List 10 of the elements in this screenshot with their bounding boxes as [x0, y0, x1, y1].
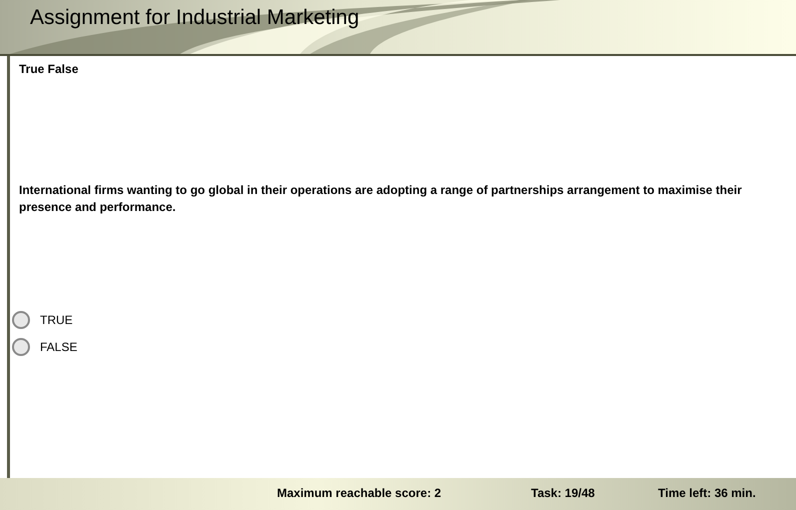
- max-score-text: Maximum reachable score: 2: [277, 485, 442, 502]
- radio-button[interactable]: [12, 311, 30, 329]
- option-label[interactable]: TRUE: [40, 311, 73, 329]
- question-type-label: True False: [19, 61, 80, 78]
- time-left-text: Time left: 36 min.: [658, 485, 756, 502]
- option-label[interactable]: FALSE: [40, 338, 78, 356]
- question-text: International firms wanting to go global in their operations are adopting a range of partnerships arrangement to maximise their presence and performance.: [19, 182, 743, 216]
- window-title: Assignment for Industrial Marketing: [30, 5, 360, 31]
- radio-button[interactable]: [12, 338, 30, 356]
- task-counter: Task: 19/48: [531, 485, 595, 502]
